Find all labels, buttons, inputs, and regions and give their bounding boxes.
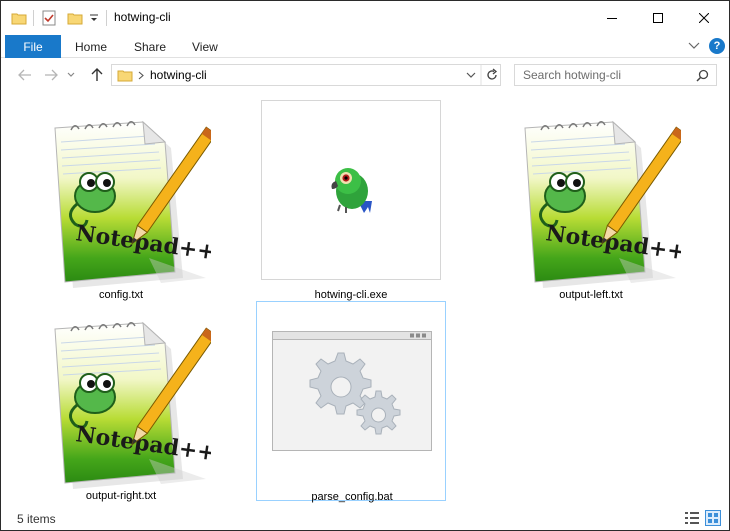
batch-gears-icon	[272, 331, 432, 451]
file-item[interactable]: hotwing-cli.exe	[256, 100, 446, 301]
file-name: output-right.txt	[85, 490, 157, 502]
address-history-chevron-icon[interactable]	[466, 72, 476, 79]
properties-icon[interactable]	[41, 9, 57, 27]
search-input[interactable]: Search hotwing-cli	[523, 68, 621, 82]
file-item[interactable]: output-right.txt	[26, 301, 216, 502]
window-title: hotwing-cli	[114, 10, 171, 24]
tab-share[interactable]: Share	[134, 35, 166, 58]
folder-icon[interactable]	[11, 9, 27, 27]
notepad-plus-plus-icon	[53, 120, 211, 288]
large-icons-view-icon[interactable]	[705, 510, 721, 526]
expand-ribbon-chevron-icon[interactable]	[688, 40, 700, 50]
chevron-right-icon[interactable]	[138, 71, 144, 80]
search-box[interactable]: Search hotwing-cli	[514, 64, 717, 86]
recent-locations-button[interactable]	[64, 66, 78, 84]
chevron-down-icon	[67, 72, 75, 77]
file-name: config.txt	[98, 289, 144, 301]
address-bar[interactable]: hotwing-cli	[111, 64, 501, 86]
search-icon[interactable]	[696, 69, 709, 82]
forward-button[interactable]	[41, 66, 61, 84]
file-item[interactable]: output-left.txt	[496, 100, 686, 301]
tab-file[interactable]: File	[5, 35, 61, 58]
parrot-app-icon	[331, 168, 372, 213]
ribbon-tabs: File Home Share View ?	[1, 35, 729, 58]
tab-home[interactable]: Home	[75, 35, 107, 58]
help-button[interactable]: ?	[709, 38, 725, 54]
qa-separator-2	[105, 9, 107, 27]
maximize-icon	[653, 12, 663, 23]
tab-view[interactable]: View	[192, 35, 218, 58]
minimize-button[interactable]	[589, 1, 635, 34]
file-name: output-left.txt	[559, 289, 623, 301]
status-bar: 5 items	[1, 506, 729, 530]
file-thumbnail	[261, 100, 441, 280]
details-view-icon[interactable]	[684, 510, 700, 526]
customize-toolbar-chevron-icon[interactable]	[87, 9, 101, 27]
navigation-bar: hotwing-cli Search hotwing-cli	[1, 58, 729, 92]
item-count: 5 items	[17, 512, 56, 526]
qa-separator	[32, 9, 34, 27]
explorer-window: hotwing-cli File Home Share View ? hotwi…	[0, 0, 730, 531]
refresh-icon[interactable]	[485, 68, 499, 82]
file-name: hotwing-cli.exe	[314, 289, 388, 301]
close-icon	[699, 12, 709, 23]
notepad-plus-plus-icon	[53, 321, 211, 489]
up-button[interactable]	[87, 66, 107, 84]
file-item[interactable]: config.txt	[26, 100, 216, 301]
maximize-button[interactable]	[635, 1, 681, 34]
folder-icon	[117, 70, 133, 82]
back-button[interactable]	[15, 66, 35, 84]
notepad-plus-plus-icon	[523, 120, 681, 288]
new-folder-icon[interactable]	[67, 9, 83, 27]
file-list-view: config.txt hotwing-cli.exe output-left.t…	[1, 92, 729, 506]
title-bar: hotwing-cli	[1, 1, 729, 35]
address-path: hotwing-cli	[150, 68, 207, 82]
forward-arrow-icon	[45, 69, 58, 81]
up-arrow-icon	[91, 68, 103, 81]
close-button[interactable]	[681, 1, 727, 34]
minimize-icon	[607, 17, 617, 19]
address-separator	[480, 65, 482, 85]
file-item-selected[interactable]: parse_config.bat	[256, 301, 446, 503]
file-name: parse_config.bat	[311, 491, 393, 503]
back-arrow-icon	[18, 69, 31, 81]
